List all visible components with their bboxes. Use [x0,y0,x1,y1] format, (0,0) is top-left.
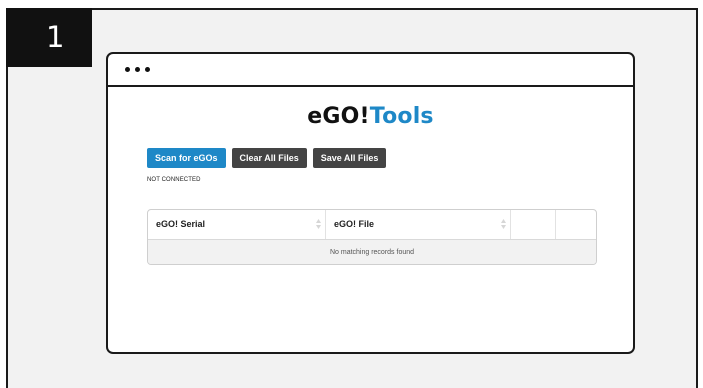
column-header-4[interactable] [556,210,596,239]
app-title-accent: Tools [369,104,434,129]
sort-icon [316,219,321,229]
column-header-3[interactable] [511,210,556,239]
clear-all-files-button[interactable]: Clear All Files [231,148,307,168]
records-table: eGO! Serial eGO! File No matching record… [147,209,597,265]
browser-window: eGO!Tools Scan for eGOs Clear All Files … [106,52,635,354]
column-header-file[interactable]: eGO! File [326,210,511,239]
scan-for-egos-button[interactable]: Scan for eGOs [147,148,226,168]
app-title-brand: eGO! [307,104,370,129]
column-header-file-label: eGO! File [334,219,375,229]
window-dots-icon [125,67,150,72]
table-header: eGO! Serial eGO! File [148,210,596,240]
toolbar: Scan for eGOs Clear All Files Save All F… [147,148,387,168]
column-header-serial[interactable]: eGO! Serial [148,210,326,239]
sort-icon [501,219,506,229]
step-number-badge: 1 [6,8,92,67]
connection-status: NOT CONNECTED [147,177,201,183]
column-header-serial-label: eGO! Serial [156,219,206,229]
empty-table-row: No matching records found [148,240,596,264]
window-titlebar [108,54,633,87]
app-title: eGO!Tools [108,104,633,129]
save-all-files-button[interactable]: Save All Files [312,148,387,168]
